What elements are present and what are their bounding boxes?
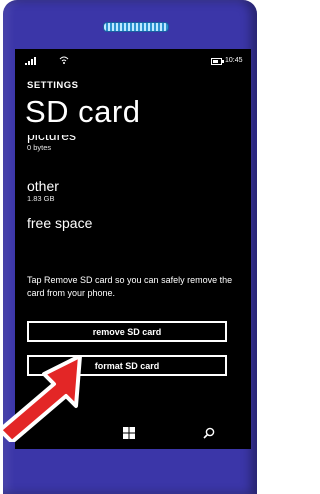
windows-logo-icon[interactable] xyxy=(123,427,135,439)
status-bar: 10:45 xyxy=(15,55,251,69)
storage-item-size: 1.83 GB xyxy=(27,194,55,203)
storage-item-name: pictures xyxy=(27,135,77,143)
search-icon[interactable] xyxy=(203,427,215,439)
storage-item-name: free space xyxy=(27,215,93,231)
section-label: SETTINGS xyxy=(27,80,79,91)
storage-item-pictures[interactable]: pictures 0 bytes xyxy=(27,135,76,159)
pointer-arrow-graphic xyxy=(0,356,82,442)
side-button xyxy=(253,120,257,160)
status-time: 10:45 xyxy=(225,57,243,64)
page-title: SD card xyxy=(25,94,141,129)
storage-item-name: other xyxy=(27,178,59,194)
wifi-icon xyxy=(59,56,69,64)
speaker-grille xyxy=(103,22,169,32)
remove-sd-card-button[interactable]: remove SD card xyxy=(27,321,227,342)
storage-item-other[interactable]: other 1.83 GB xyxy=(27,178,59,204)
battery-icon xyxy=(211,58,224,65)
signal-icon xyxy=(25,57,36,65)
storage-item-size: 0 bytes xyxy=(27,143,52,152)
storage-item-free-space[interactable]: free space xyxy=(27,215,92,231)
remove-sd-info: Tap Remove SD card so you can safely rem… xyxy=(27,275,233,298)
